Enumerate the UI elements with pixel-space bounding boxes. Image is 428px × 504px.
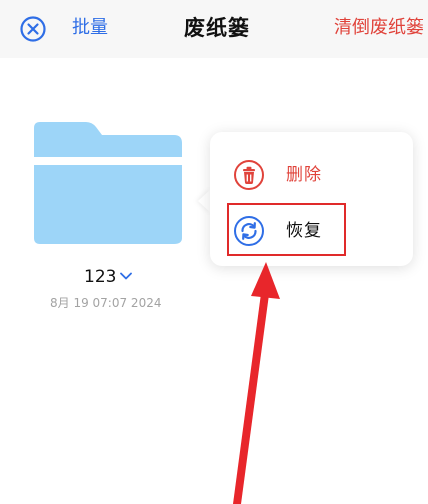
context-menu: 删除 恢复 bbox=[210, 132, 413, 266]
batch-button[interactable]: 批量 bbox=[72, 16, 108, 40]
close-button[interactable] bbox=[19, 15, 47, 43]
close-circle-icon bbox=[20, 16, 46, 42]
folder-item[interactable] bbox=[30, 118, 188, 248]
folder-date: 8月 19 07:07 2024 bbox=[50, 296, 162, 310]
delete-label: 删除 bbox=[286, 165, 322, 185]
trash-page: 批量 废纸篓 清倒废纸篓 123 8月 19 07:07 2024 删除 恢复 bbox=[0, 0, 428, 504]
trash-icon bbox=[234, 160, 264, 190]
restore-icon bbox=[234, 216, 264, 246]
chevron-down-icon[interactable] bbox=[118, 268, 134, 284]
header-bar: 批量 废纸篓 清倒废纸篓 bbox=[0, 0, 428, 58]
empty-trash-button[interactable]: 清倒废纸篓 bbox=[334, 16, 424, 40]
page-title: 废纸篓 bbox=[184, 16, 250, 40]
restore-label: 恢复 bbox=[286, 221, 322, 241]
restore-menu-item[interactable]: 恢复 bbox=[210, 204, 413, 258]
folder-icon bbox=[34, 122, 182, 244]
delete-menu-item[interactable]: 删除 bbox=[210, 148, 413, 202]
folder-name[interactable]: 123 bbox=[84, 266, 116, 288]
